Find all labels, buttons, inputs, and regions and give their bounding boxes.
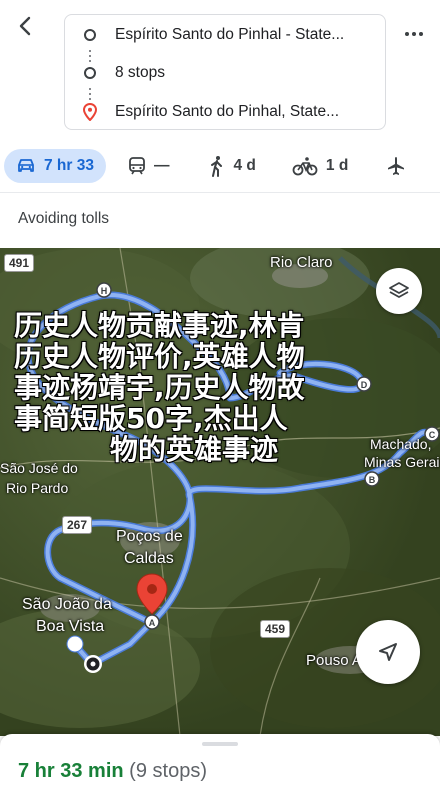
bottom-sheet[interactable]: 7 hr 33 min (9 stops) xyxy=(0,734,440,796)
map-view[interactable]: H D C B A 491 267 459 Rio Claro São José… xyxy=(0,248,440,736)
bike-icon xyxy=(292,157,318,176)
map-label-sao-joao-1: São João da xyxy=(22,596,112,613)
road-badge-491: 491 xyxy=(4,254,35,272)
stops-field[interactable]: 8 stops xyxy=(115,64,377,82)
current-location-marker[interactable] xyxy=(84,655,102,673)
route-options-label[interactable]: Avoiding tolls xyxy=(18,210,109,228)
stop-marker-h[interactable]: H xyxy=(96,282,112,298)
flight-icon xyxy=(388,157,405,175)
start-navigation-button[interactable] xyxy=(356,620,420,684)
tab-walk-label: 4 d xyxy=(233,157,256,174)
more-dot-icon xyxy=(405,32,409,36)
back-arrow-icon xyxy=(19,16,31,36)
tab-bike-label: 1 d xyxy=(325,157,349,174)
more-options-button[interactable] xyxy=(400,20,428,48)
walk-icon xyxy=(211,156,223,177)
layers-icon xyxy=(389,282,409,298)
svg-text:B: B xyxy=(369,475,376,485)
origin-row[interactable]: Espírito Santo do Pinhal - State... xyxy=(65,20,385,50)
overlay-line: 物的英雄事迹 xyxy=(110,433,279,466)
map-label-rio-claro: Rio Claro xyxy=(270,254,333,271)
sheet-drag-handle[interactable] xyxy=(202,742,238,746)
origin-ring-icon xyxy=(84,29,96,41)
map-label-pocos-1: Poços de xyxy=(116,528,183,545)
tab-bike[interactable]: 1 d xyxy=(280,149,360,183)
road-badge-267: 267 xyxy=(62,516,93,534)
waypoint-dot[interactable] xyxy=(66,635,84,653)
route-duration: 7 hr 33 min xyxy=(18,760,124,782)
map-label-pocos-2: Caldas xyxy=(124,550,174,567)
train-icon xyxy=(129,157,145,175)
travel-mode-tabs: 7 hr 33 — 4 d 1 d xyxy=(0,140,440,192)
route-summary: 7 hr 33 min (9 stops) xyxy=(18,760,207,783)
route-card: Espírito Santo do Pinhal - State... 8 st… xyxy=(64,14,386,130)
overlay-line: 事简短版50字,杰出人 xyxy=(14,402,288,435)
overlay-line: 历史人物贡献事迹,林肯 xyxy=(14,309,305,342)
directions-header: Espírito Santo do Pinhal - State... 8 st… xyxy=(0,0,440,140)
navigation-arrow-icon xyxy=(379,643,397,661)
overlay-line: 事迹杨靖宇,历史人物故 xyxy=(14,371,305,404)
tab-transit-label: — xyxy=(153,157,170,174)
svg-text:H: H xyxy=(101,286,108,296)
map-label-rio-pardo: Rio Pardo xyxy=(6,480,69,496)
tab-flight[interactable] xyxy=(374,149,418,183)
layers-button[interactable] xyxy=(376,268,422,314)
more-dot-icon xyxy=(412,32,416,36)
more-dot-icon xyxy=(419,32,423,36)
destination-field[interactable]: Espírito Santo do Pinhal, State... xyxy=(115,103,377,121)
stops-row[interactable]: 8 stops xyxy=(65,58,385,88)
back-button[interactable] xyxy=(10,10,42,42)
divider xyxy=(0,192,440,193)
destination-row[interactable]: Espírito Santo do Pinhal, State... xyxy=(65,97,385,127)
map-label-sao-joao-2: Boa Vista xyxy=(36,618,105,635)
overlay-line: 历史人物评价,英雄人物 xyxy=(14,340,305,373)
tab-walk[interactable]: 4 d xyxy=(197,149,267,183)
stops-ring-icon xyxy=(84,67,96,79)
svg-text:A: A xyxy=(149,618,156,628)
car-icon xyxy=(18,159,34,172)
road-badge-459: 459 xyxy=(260,620,291,638)
overlay-banner-text: 历史人物贡献事迹,林肯 历史人物评价,英雄人物 事迹杨靖宇,历史人物故 事简短版… xyxy=(14,310,414,465)
route-stops-count: (9 stops) xyxy=(129,760,207,782)
origin-field[interactable]: Espírito Santo do Pinhal - State... xyxy=(115,26,377,44)
stop-marker-b[interactable]: B xyxy=(364,471,380,487)
tab-drive[interactable]: 7 hr 33 xyxy=(4,149,106,183)
stop-marker-a[interactable]: A xyxy=(144,614,160,630)
tab-transit[interactable]: — xyxy=(116,149,182,183)
destination-pin-icon xyxy=(83,103,97,121)
tab-drive-label: 7 hr 33 xyxy=(44,157,94,174)
